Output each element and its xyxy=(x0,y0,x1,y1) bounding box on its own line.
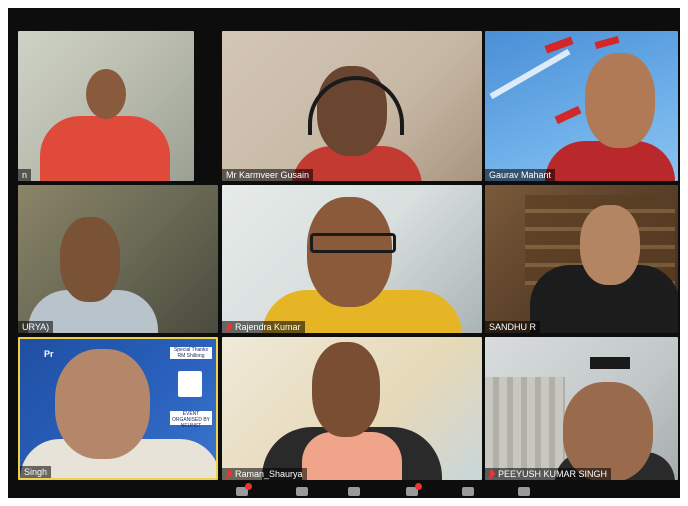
jet-icon xyxy=(594,36,620,49)
video-tile[interactable]: Raman_Shaurya xyxy=(222,337,482,480)
meeting-window: n Mr Karmveer Gusain Gaurav Mahant URYA)… xyxy=(8,8,680,498)
logo-icon xyxy=(178,371,202,397)
record-icon[interactable] xyxy=(462,487,474,496)
notification-badge xyxy=(245,483,252,490)
participant-name: Singh xyxy=(20,466,52,478)
mic-muted-icon xyxy=(489,470,495,478)
participant-name: Mr Karmveer Gusain xyxy=(222,169,314,181)
banner-organiser: EVENT ORGANISED BY NEUNST xyxy=(170,411,212,429)
curtain xyxy=(485,377,565,477)
participant-name: URYA) xyxy=(18,321,54,333)
participant-head xyxy=(55,349,150,459)
participant-name: SANDHU R xyxy=(485,321,541,333)
video-tile[interactable]: URYA) xyxy=(18,185,218,333)
participant-name: PEEYUSH KUMAR SINGH xyxy=(485,468,612,480)
banner-thanks: Special Thanks RM Shillong xyxy=(170,347,212,359)
video-tile[interactable]: SANDHU R xyxy=(485,185,678,333)
video-tile[interactable]: n xyxy=(18,31,194,181)
more-icon[interactable] xyxy=(518,487,530,496)
share-screen-icon[interactable] xyxy=(296,487,308,496)
notification-badge xyxy=(415,483,422,490)
banner-title: Pr xyxy=(44,349,54,359)
participant-figure xyxy=(40,116,170,181)
mic-muted-icon xyxy=(226,470,232,478)
router-icon xyxy=(590,357,630,369)
mic-muted-icon xyxy=(226,323,232,331)
participant-head xyxy=(60,217,120,302)
smoke-trail xyxy=(489,48,571,100)
participant-name: Rajendra Kumar xyxy=(222,321,305,333)
participant-head xyxy=(86,69,126,119)
video-tile[interactable]: Rajendra Kumar xyxy=(222,185,482,333)
video-tile-active-speaker[interactable]: Pr Special Thanks RM Shillong EVENT ORGA… xyxy=(18,337,218,480)
participant-head xyxy=(563,382,653,480)
participant-head xyxy=(580,205,640,285)
participant-shirt xyxy=(302,432,402,480)
video-tile[interactable]: PEEYUSH KUMAR SINGH xyxy=(485,337,678,480)
participant-head xyxy=(585,53,655,148)
chat-icon[interactable] xyxy=(348,487,360,496)
meeting-toolbar xyxy=(8,483,680,498)
participant-name: Raman_Shaurya xyxy=(222,468,307,480)
participant-name: Gaurav Mahant xyxy=(485,169,556,181)
glasses-icon xyxy=(310,233,396,253)
participants-icon[interactable] xyxy=(236,483,252,496)
jet-icon xyxy=(554,105,582,125)
video-tile[interactable]: Gaurav Mahant xyxy=(485,31,678,181)
participant-name: n xyxy=(18,169,32,181)
reactions-icon[interactable] xyxy=(406,483,422,496)
participant-head xyxy=(312,342,380,437)
video-tile[interactable]: Mr Karmveer Gusain xyxy=(222,31,482,181)
